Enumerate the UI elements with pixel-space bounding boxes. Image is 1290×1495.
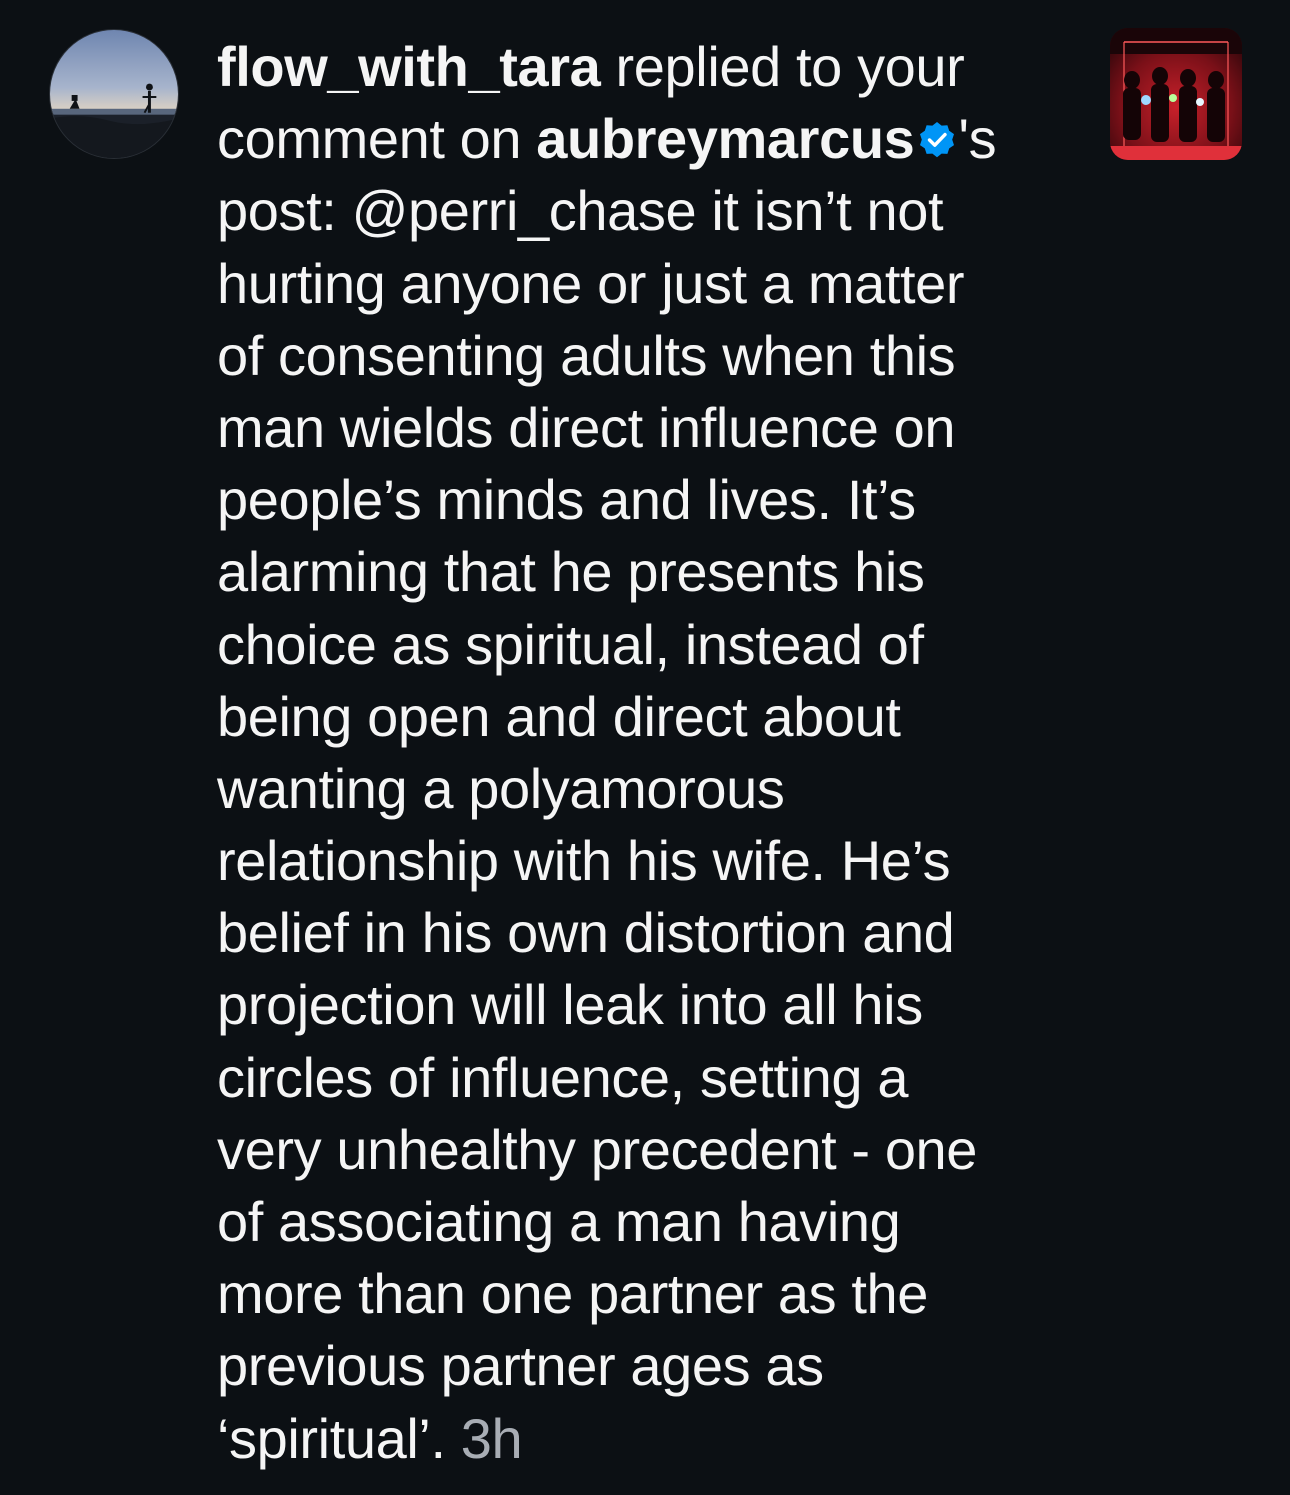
reply-line: relationship with his wife. He’s	[217, 829, 951, 893]
notification-text: flow_with_tara replied to your comment o…	[217, 31, 1057, 1475]
timestamp: 3h	[460, 1406, 523, 1470]
action-text: replied to your	[600, 35, 965, 98]
reply-last-line: ‘spiritual’. 3h	[217, 1403, 1057, 1475]
verified-icon	[917, 120, 957, 160]
reply-line: man wields direct influence on	[217, 395, 956, 459]
reply-line: very unhealthy precedent - one	[217, 1117, 978, 1181]
notification-item[interactable]: flow_with_tara replied to your comment o…	[0, 0, 1290, 1495]
reply-line: post: @perri_chase it isn’t not	[217, 179, 944, 243]
reply-last-text: ‘spiritual’.	[217, 1406, 461, 1470]
replier-username-link[interactable]: flow_with_tara	[217, 35, 601, 98]
reply-line: of consenting adults when this	[217, 323, 956, 387]
reply-line: projection will leak into all his	[217, 973, 923, 1037]
replier-avatar[interactable]	[49, 29, 179, 159]
notification-line-1: flow_with_tara replied to your	[217, 31, 1057, 103]
notification-line-2: comment on aubreymarcus 's	[217, 103, 1057, 175]
reply-line: alarming that he presents his	[217, 540, 925, 604]
post-thumbnail-image	[1110, 28, 1242, 160]
reply-line: of associating a man having	[217, 1190, 901, 1253]
reply-line: circles of influence, setting a	[217, 1045, 909, 1109]
possessive-suffix: 's	[958, 107, 997, 171]
post-owner-username-link[interactable]: aubreymarcus	[536, 107, 914, 170]
reply-line: hurting anyone or just a matter	[217, 251, 965, 315]
reply-line: choice as spiritual, instead of	[217, 612, 924, 676]
reply-line: being open and direct about	[217, 684, 901, 748]
post-thumbnail[interactable]	[1110, 28, 1242, 160]
reply-line: more than one partner as the	[217, 1262, 929, 1326]
reply-line: belief in his own distortion and	[217, 901, 955, 965]
reply-line: people’s minds and lives. It’s	[217, 468, 916, 532]
reply-line: wanting a polyamorous	[217, 756, 785, 820]
reply-line: previous partner ages as	[217, 1334, 824, 1398]
avatar-sunset-image	[50, 30, 178, 158]
action-text-continued: comment on	[217, 107, 537, 171]
